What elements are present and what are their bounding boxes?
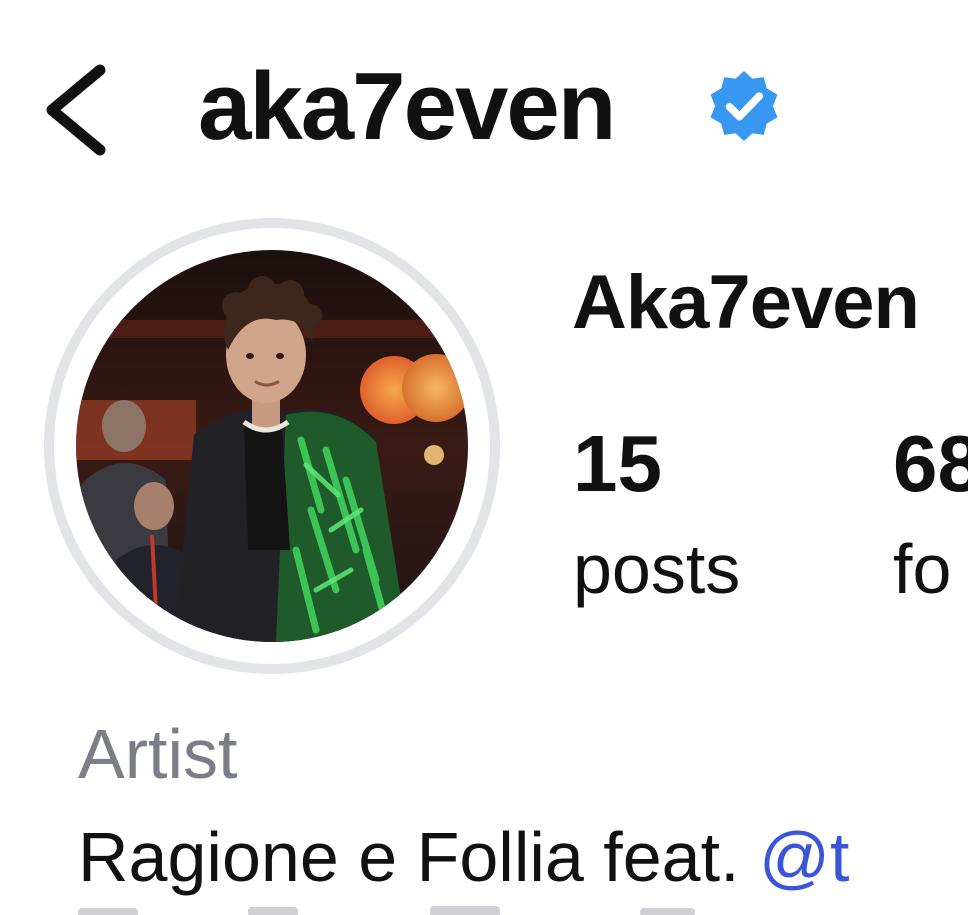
profile-avatar[interactable] — [76, 250, 468, 642]
followers-label: fo — [893, 530, 952, 608]
verified-badge-icon — [710, 71, 778, 141]
followers-stat[interactable]: 68 fo — [893, 418, 968, 612]
bio-mention-link[interactable]: @t — [759, 818, 850, 896]
followers-count: 68 — [893, 419, 968, 508]
bio-next-line-cropped — [0, 904, 968, 915]
chevron-left-icon — [46, 64, 106, 156]
profile-bio: Ragione e Follia feat. @t — [78, 812, 849, 902]
username-title: aka7even — [198, 53, 616, 160]
avatar-photo — [76, 250, 468, 642]
posts-stat[interactable]: 15 posts — [573, 418, 740, 612]
bio-text: Ragione e Follia feat. — [78, 818, 759, 896]
profile-category: Artist — [78, 715, 238, 793]
profile-display-name: Aka7even — [572, 260, 920, 345]
posts-label: posts — [573, 530, 741, 608]
back-button[interactable] — [38, 60, 118, 160]
profile-header: aka7even — [0, 0, 968, 200]
posts-count: 15 — [573, 419, 662, 508]
